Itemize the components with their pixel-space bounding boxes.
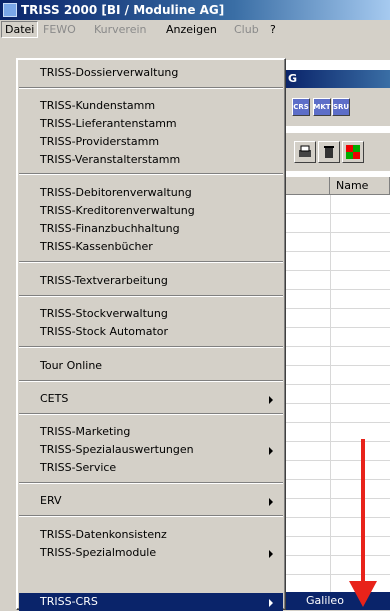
- menu-item-label: TRISS-Spezialauswertungen: [40, 443, 194, 456]
- menu-item-veranstalterstamm[interactable]: TRISS-Veranstalterstamm: [19, 151, 283, 169]
- menu-item-service[interactable]: TRISS-Service: [19, 459, 283, 477]
- menu-item-label: TRISS-Veranstalterstamm: [40, 153, 181, 166]
- print-button[interactable]: [294, 141, 316, 163]
- menu-item-erv[interactable]: ERV: [19, 492, 283, 510]
- grid-row: [286, 271, 390, 290]
- submenu-arrow-icon: [269, 599, 273, 607]
- app-icon: [3, 3, 17, 17]
- menu-item-label: TRISS-Spezialmodule: [40, 546, 157, 559]
- grid-row: [286, 290, 390, 309]
- menu-item-stockverwaltung[interactable]: TRISS-Stockverwaltung: [19, 305, 283, 323]
- menu-fewo[interactable]: FEWO: [40, 22, 79, 37]
- menu-item-label: TRISS-Kassenbücher: [40, 240, 153, 253]
- window-title-bar[interactable]: TRISS 2000 [BI / Moduline AG]: [0, 0, 390, 20]
- menu-item-label: TRISS-Lieferantenstamm: [40, 117, 177, 130]
- window-title: TRISS 2000 [BI / Moduline AG]: [21, 3, 225, 17]
- grid-row: [286, 233, 390, 252]
- grid-column-divider: [330, 195, 331, 610]
- menu-item-label: TRISS-Kreditorenverwaltung: [40, 204, 195, 217]
- menu-anzeigen[interactable]: Anzeigen: [163, 22, 220, 37]
- menu-separator: [19, 346, 283, 348]
- menu-separator: [19, 482, 283, 484]
- menu-item-label: Tour Online: [40, 359, 103, 372]
- mkt-button[interactable]: MKT: [313, 98, 331, 116]
- submenu-arrow-icon: [269, 396, 273, 404]
- menu-item-textverarbeitung[interactable]: TRISS-Textverarbeitung: [19, 272, 283, 290]
- menu-bar: Datei FEWO Kurverein Anzeigen Club ?: [0, 20, 390, 39]
- menu-item-dossierverwaltung[interactable]: TRISS-Dossierverwaltung: [19, 64, 283, 82]
- action-toolbar: [286, 133, 390, 171]
- grid-row: [286, 328, 390, 347]
- menu-item-label: TRISS-Finanzbuchhaltung: [40, 222, 180, 235]
- submenu-item-label: Galileo: [306, 594, 344, 607]
- menu-club[interactable]: Club: [231, 22, 262, 37]
- menu-kurverein[interactable]: Kurverein: [91, 22, 150, 37]
- menu-item-kreditorenverwaltung[interactable]: TRISS-Kreditorenverwaltung: [19, 202, 283, 220]
- child-window-title: G: [288, 72, 298, 85]
- menu-item-label: TRISS-Providerstamm: [40, 135, 160, 148]
- menu-item-label: TRISS-CRS: [40, 595, 98, 608]
- module-toolbar: CRS MKT SRU: [286, 88, 390, 126]
- menu-item-marketing[interactable]: TRISS-Marketing: [19, 423, 283, 441]
- crs-button[interactable]: CRS: [292, 98, 310, 116]
- menu-item-providerstamm[interactable]: TRISS-Providerstamm: [19, 133, 283, 151]
- grid-header: Name: [286, 177, 390, 195]
- submenu-arrow-icon: [269, 498, 273, 506]
- menu-item-label: ERV: [40, 494, 62, 507]
- menu-datei[interactable]: Datei: [1, 21, 39, 38]
- grid-header-blank[interactable]: [286, 177, 330, 194]
- menu-item-label: TRISS-Stockverwaltung: [40, 307, 168, 320]
- menu-item-datenkonsistenz[interactable]: TRISS-Datenkonsistenz: [19, 526, 283, 544]
- menu-item-label: TRISS-Textverarbeitung: [40, 274, 168, 287]
- annotation-arrow-icon: [349, 439, 377, 607]
- grid-row: [286, 385, 390, 404]
- grid-row: [286, 195, 390, 214]
- menu-separator: [19, 515, 283, 517]
- grid-row: [286, 309, 390, 328]
- menu-item-stock-automator[interactable]: TRISS-Stock Automator: [19, 323, 283, 341]
- menu-item-debitorenverwaltung[interactable]: TRISS-Debitorenverwaltung: [19, 184, 283, 202]
- menu-item-spezialmodule[interactable]: TRISS-Spezialmodule: [19, 544, 283, 562]
- grid-row: [286, 347, 390, 366]
- menu-item-tour-online[interactable]: Tour Online: [19, 357, 283, 375]
- color-button[interactable]: [342, 141, 364, 163]
- grid-header-name[interactable]: Name: [330, 177, 390, 194]
- delete-button[interactable]: [318, 141, 340, 163]
- menu-item-triss-crs[interactable]: TRISS-CRS: [19, 593, 283, 611]
- menu-item-lieferantenstamm[interactable]: TRISS-Lieferantenstamm: [19, 115, 283, 133]
- submenu-arrow-icon: [269, 447, 273, 455]
- grid-row: [286, 252, 390, 271]
- menu-item-cets[interactable]: CETS: [19, 390, 283, 408]
- child-window-title-bar[interactable]: G: [286, 70, 390, 88]
- datei-menu: TRISS-Dossierverwaltung TRISS-Kundenstam…: [16, 58, 286, 611]
- color-grid-icon: [346, 145, 360, 159]
- menu-separator: [19, 295, 283, 297]
- menu-item-label: TRISS-Marketing: [40, 425, 131, 438]
- menu-item-label: TRISS-Datenkonsistenz: [40, 528, 167, 541]
- grid-row: [286, 366, 390, 385]
- trash-icon: [324, 146, 334, 158]
- menu-item-label: TRISS-Service: [40, 461, 117, 474]
- menu-separator: [19, 173, 283, 175]
- menu-item-label: TRISS-Dossierverwaltung: [40, 66, 179, 79]
- menu-item-finanzbuchhaltung[interactable]: TRISS-Finanzbuchhaltung: [19, 220, 283, 238]
- menu-separator: [19, 261, 283, 263]
- menu-item-spezialauswertungen[interactable]: TRISS-Spezialauswertungen: [19, 441, 283, 459]
- menu-item-kassenbuecher[interactable]: TRISS-Kassenbücher: [19, 238, 283, 256]
- printer-icon: [299, 145, 311, 157]
- menu-item-label: TRISS-Stock Automator: [40, 325, 169, 338]
- menu-item-label: TRISS-Kundenstamm: [40, 99, 156, 112]
- grid-row: [286, 214, 390, 233]
- menu-help[interactable]: ?: [267, 22, 279, 37]
- menu-separator: [19, 87, 283, 89]
- menu-item-label: TRISS-Debitorenverwaltung: [40, 186, 192, 199]
- sru-button[interactable]: SRU: [332, 98, 350, 116]
- menu-item-label: CETS: [40, 392, 69, 405]
- menu-separator: [19, 413, 283, 415]
- menu-item-kundenstamm[interactable]: TRISS-Kundenstamm: [19, 97, 283, 115]
- menu-separator: [19, 380, 283, 382]
- grid-row: [286, 404, 390, 423]
- submenu-arrow-icon: [269, 550, 273, 558]
